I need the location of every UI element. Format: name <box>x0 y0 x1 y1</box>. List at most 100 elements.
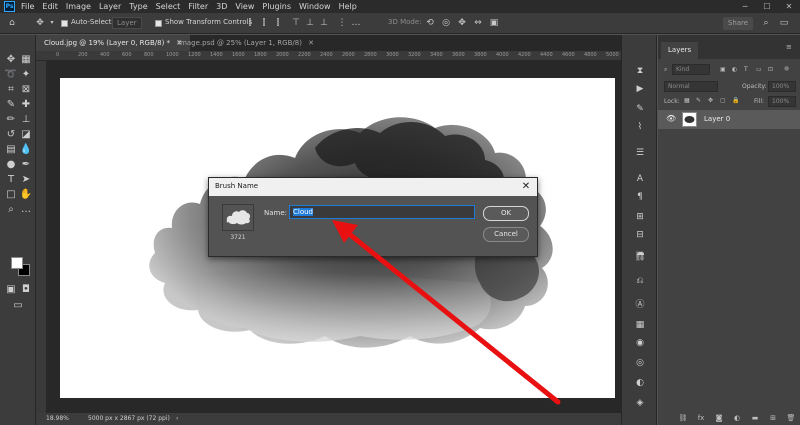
menu-filter[interactable]: Filter <box>188 2 208 11</box>
artboard-tool-icon[interactable]: ▦ <box>19 53 33 67</box>
delete-layer-icon[interactable]: 🗑 <box>786 413 796 423</box>
adjustment-layer-icon[interactable]: ◐ <box>732 413 742 423</box>
zoom-level[interactable]: 18.98% <box>46 415 69 422</box>
screen-mode-icon[interactable]: ▭ <box>11 299 25 313</box>
menu-help[interactable]: Help <box>339 2 357 11</box>
eye-icon[interactable]: 👁 <box>666 114 676 123</box>
more-tools-icon[interactable]: … <box>19 203 33 217</box>
menu-file[interactable]: File <box>21 2 34 11</box>
menu-layer[interactable]: Layer <box>99 2 121 11</box>
add-mask-icon[interactable]: ◙ <box>714 413 724 423</box>
3d-scale-icon[interactable]: ▣ <box>488 17 500 29</box>
opacity-field[interactable]: 100% <box>768 81 796 92</box>
link-layers-icon[interactable]: ⛓ <box>678 413 688 423</box>
workspace-icon[interactable]: ▭ <box>778 17 790 29</box>
move-tool-icon[interactable]: ✥ <box>4 53 18 67</box>
align-left-icon[interactable]: ⫿ <box>244 17 256 29</box>
rectangle-tool-icon[interactable]: □ <box>4 188 18 202</box>
layers-strip-icon[interactable]: ◈ <box>634 397 646 409</box>
tab-image-psd[interactable]: Image.psd @ 25% (Layer 1, RGB/8) ✕ <box>170 35 322 51</box>
close-window-icon[interactable]: ✕ <box>778 0 800 13</box>
align-right-icon[interactable]: ⫿ <box>272 17 284 29</box>
properties-icon[interactable]: ◐ <box>634 377 646 389</box>
menu-window[interactable]: Window <box>299 2 331 11</box>
fill-field[interactable]: 100% <box>768 96 796 107</box>
menu-view[interactable]: View <box>235 2 254 11</box>
history-icon[interactable]: ⧗ <box>634 65 646 77</box>
maximize-icon[interactable]: ☐ <box>756 0 778 13</box>
dodge-tool-icon[interactable]: ● <box>4 158 18 172</box>
brush-settings-icon[interactable]: ⌇ <box>634 121 646 133</box>
auto-select-checkbox[interactable] <box>61 20 68 27</box>
new-layer-icon[interactable]: ⊞ <box>768 413 778 423</box>
paragraph-icon[interactable]: ¶ <box>634 191 646 203</box>
3d-rotate-icon[interactable]: ⟲ <box>424 17 436 29</box>
status-menu-icon[interactable]: › <box>176 415 178 422</box>
color-icon[interactable]: ◉ <box>634 337 646 349</box>
share-button[interactable]: Share <box>723 17 753 30</box>
search-icon[interactable]: ⌕ <box>760 17 772 29</box>
brush-name-input[interactable]: Cloud <box>289 205 475 219</box>
panel-menu-icon[interactable]: ≡ <box>786 43 792 51</box>
filter-type-icon[interactable]: T <box>744 66 748 73</box>
history-brush-icon[interactable]: ↺ <box>4 128 18 142</box>
lock-all-icon[interactable]: 🔒 <box>732 97 739 104</box>
navigator-icon[interactable]: ◎ <box>634 357 646 369</box>
auto-select-dropdown[interactable]: Layer <box>112 17 142 29</box>
align-bottom-icon[interactable]: ⊥ <box>318 17 330 29</box>
quick-mask-icon[interactable]: ◘ <box>19 283 33 297</box>
filter-pixel-icon[interactable]: ▣ <box>720 66 726 73</box>
menu-select[interactable]: Select <box>156 2 181 11</box>
3d-roll-icon[interactable]: ◎ <box>440 17 452 29</box>
glyphs-icon[interactable]: ⊞ <box>634 211 646 223</box>
layer-row[interactable]: 👁 Layer 0 <box>658 110 800 129</box>
layer-style-icon[interactable]: fx <box>696 413 706 423</box>
tab-layers[interactable]: Layers <box>661 42 699 59</box>
home-icon[interactable]: ⌂ <box>6 17 18 29</box>
filter-smart-icon[interactable]: ⊡ <box>768 66 773 73</box>
tab-cloud-jpg[interactable]: Cloud.jpg @ 19% (Layer 0, RGB/8) * ✕ <box>36 35 191 51</box>
healing-brush-icon[interactable]: ✚ <box>19 98 33 112</box>
close-icon[interactable]: ✕ <box>519 180 533 194</box>
close-tab-icon[interactable]: ✕ <box>308 39 314 47</box>
cancel-button[interactable]: Cancel <box>483 227 529 242</box>
3d-pan-icon[interactable]: ✥ <box>456 17 468 29</box>
filter-toggle-icon[interactable]: ● <box>784 65 789 72</box>
lasso-tool-icon[interactable]: ➰ <box>4 68 18 82</box>
chevron-down-icon[interactable]: ▾ <box>46 17 58 29</box>
styles-icon[interactable]: Ⓐ <box>634 299 646 311</box>
adjustments-icon[interactable]: ☰ <box>634 147 646 159</box>
menu-type[interactable]: Type <box>129 2 147 11</box>
align-middle-icon[interactable]: ⊥ <box>304 17 316 29</box>
menu-edit[interactable]: Edit <box>42 2 58 11</box>
menu-plugins[interactable]: Plugins <box>262 2 291 11</box>
move-tool-icon[interactable]: ✥ <box>34 17 46 29</box>
lock-artboard-icon[interactable]: ▢ <box>720 97 726 104</box>
character-icon[interactable]: A <box>634 173 646 185</box>
magic-wand-icon[interactable]: ✦ <box>19 68 33 82</box>
menu-3d[interactable]: 3D <box>216 2 227 11</box>
transform-controls-checkbox[interactable] <box>155 20 162 27</box>
crop-tool-icon[interactable]: ⌗ <box>4 83 18 97</box>
ok-button[interactable]: OK <box>483 206 529 221</box>
path-select-icon[interactable]: ➤ <box>19 173 33 187</box>
eraser-icon[interactable]: ◪ <box>19 128 33 142</box>
3d-slide-icon[interactable]: ⇔ <box>472 17 484 29</box>
brushes-icon[interactable]: ✎ <box>634 103 646 115</box>
swatches-icon[interactable]: ▦ <box>634 319 646 331</box>
type-tool-icon[interactable]: T <box>4 173 18 187</box>
gradient-tool-icon[interactable]: ▤ <box>4 143 18 157</box>
pen-tool-icon[interactable]: ✒ <box>19 158 33 172</box>
channels-icon[interactable]: ⎌ <box>634 275 646 287</box>
paths-icon[interactable]: ⛓ <box>634 251 646 263</box>
align-top-icon[interactable]: ⊤ <box>290 17 302 29</box>
lock-transparency-icon[interactable]: ▦ <box>684 97 690 104</box>
distribute-icon[interactable]: ⋮ <box>336 17 348 29</box>
libraries-icon[interactable]: ⊟ <box>634 229 646 241</box>
stamp-tool-icon[interactable]: ⊥ <box>19 113 33 127</box>
brush-tool-icon[interactable]: ✏ <box>4 113 18 127</box>
menu-image[interactable]: Image <box>66 2 91 11</box>
filter-adjust-icon[interactable]: ◐ <box>732 66 737 73</box>
align-center-icon[interactable]: ⫿ <box>258 17 270 29</box>
edit-toolbar-icon[interactable]: ▣ <box>4 283 18 297</box>
